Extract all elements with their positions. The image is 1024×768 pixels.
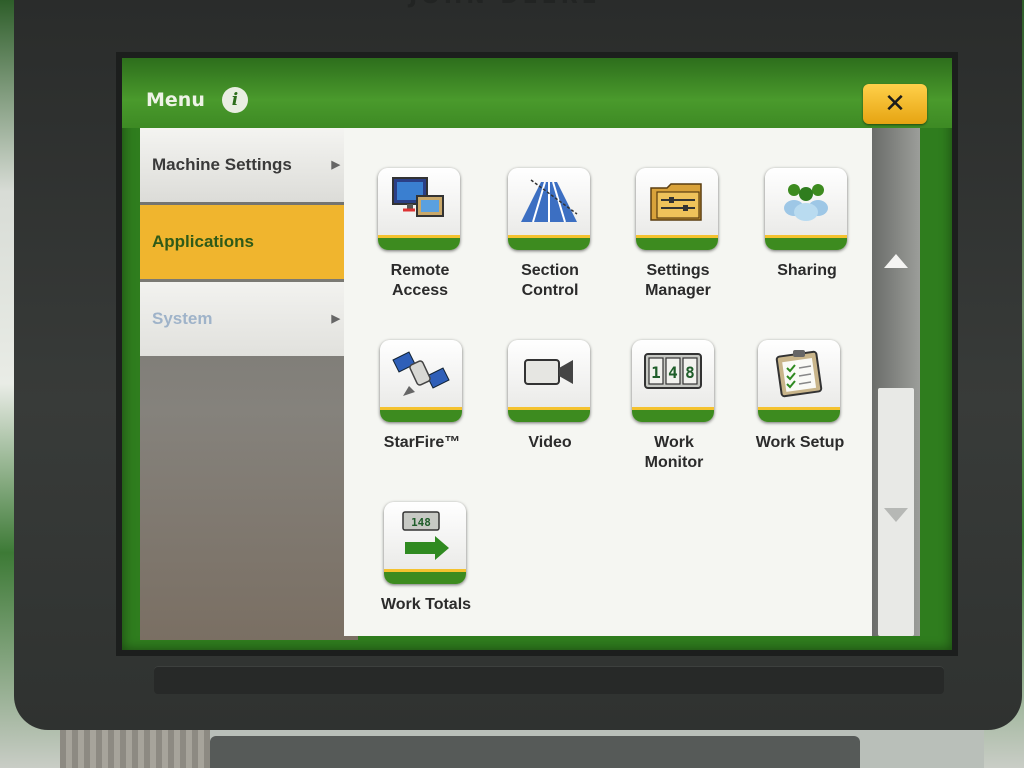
app-video[interactable]: Video xyxy=(490,340,610,490)
svg-text:148: 148 xyxy=(411,516,431,529)
title-bar: Menu i ✕ xyxy=(122,58,952,128)
app-section-control[interactable]: Section Control xyxy=(490,168,610,318)
scroll-up-icon[interactable] xyxy=(884,254,908,268)
chevron-right-icon: ▶ xyxy=(331,159,340,171)
app-tile xyxy=(765,168,847,250)
app-tile xyxy=(508,340,590,422)
scroll-down-icon[interactable] xyxy=(884,508,908,522)
video-camera-icon xyxy=(524,359,573,385)
app-tile xyxy=(636,168,718,250)
remote-access-icon xyxy=(392,177,444,217)
svg-text:1: 1 xyxy=(651,363,661,382)
page-title: Menu xyxy=(146,89,205,111)
display-screen: Menu i ✕ Machine Settings ▶ Applications… xyxy=(122,58,952,650)
app-remote-access[interactable]: Remote Access xyxy=(360,168,480,318)
app-label: Section Control xyxy=(521,262,579,299)
satellite-icon xyxy=(392,351,450,396)
app-label: Remote Access xyxy=(390,262,450,299)
chevron-right-icon: ▶ xyxy=(331,313,340,325)
clipboard-checklist-icon xyxy=(775,350,823,398)
section-control-icon xyxy=(521,179,578,223)
info-icon[interactable]: i xyxy=(222,87,248,113)
sidebar-item-label: System xyxy=(152,309,213,328)
settings-manager-icon xyxy=(650,183,702,221)
app-label: Video xyxy=(528,434,572,451)
bezel-bottom-strip xyxy=(154,666,944,694)
svg-text:4: 4 xyxy=(668,363,678,382)
app-tile xyxy=(378,168,460,250)
app-label: Work Setup xyxy=(755,434,845,451)
dashboard-surface xyxy=(60,730,210,768)
app-tile xyxy=(508,168,590,250)
sidebar-item-applications[interactable]: Applications xyxy=(140,205,368,279)
svg-text:8: 8 xyxy=(685,363,695,382)
app-label: StarFire™ xyxy=(383,434,461,451)
app-tile: 1 4 8 xyxy=(632,340,714,422)
sidebar-item-label: Applications xyxy=(152,232,255,251)
sidebar-item-label: Machine Settings xyxy=(152,155,292,174)
app-starfire[interactable]: StarFire™ xyxy=(362,340,482,490)
bezel-brand-text: JOHN DEERE xyxy=(409,0,699,9)
app-sharing[interactable]: Sharing xyxy=(747,168,867,318)
sidebar-item-system[interactable]: System ▶ xyxy=(140,282,348,356)
app-tile xyxy=(380,340,462,422)
sharing-icon xyxy=(784,184,828,221)
app-label: Sharing xyxy=(777,262,837,279)
console-panel xyxy=(210,736,860,768)
app-work-monitor[interactable]: 1 4 8 Work Monitor xyxy=(614,340,734,490)
app-tile: 148 xyxy=(384,502,466,584)
app-label: Settings Manager xyxy=(645,262,711,299)
app-work-setup[interactable]: Work Setup xyxy=(740,340,860,490)
app-label: Work Totals xyxy=(380,596,472,613)
app-work-totals[interactable]: 148 Work Totals xyxy=(366,502,486,650)
sidebar: Machine Settings ▶ Applications System ▶ xyxy=(140,128,368,640)
work-totals-icon: 148 xyxy=(402,511,449,560)
applications-grid: Remote Access Section Control Settings M… xyxy=(344,128,872,636)
work-monitor-icon: 1 4 8 xyxy=(644,353,702,389)
app-settings-manager[interactable]: Settings Manager xyxy=(618,168,738,318)
scrollbar[interactable] xyxy=(872,128,920,636)
app-label: Work Monitor xyxy=(644,434,704,471)
close-button[interactable]: ✕ xyxy=(863,84,927,124)
app-tile xyxy=(758,340,840,422)
sidebar-item-machine-settings[interactable]: Machine Settings ▶ xyxy=(140,128,348,202)
